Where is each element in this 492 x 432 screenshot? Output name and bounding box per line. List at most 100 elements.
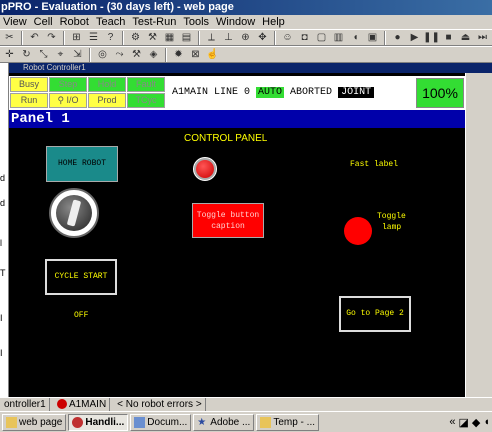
system-tray: « ◪ ◆ ◖ xyxy=(449,416,492,429)
pin-icon[interactable]: ⊥ xyxy=(221,31,236,45)
taskbar: web page Handli... Docum... ★ Adobe ... T… xyxy=(0,411,492,432)
program-status-icon xyxy=(56,399,67,410)
toolbar-separator xyxy=(165,47,167,62)
measure-icon[interactable]: ⟂ xyxy=(204,31,219,45)
wrench-icon[interactable]: ⚒ xyxy=(145,31,160,45)
play-icon[interactable]: ▶ xyxy=(407,31,422,45)
frame-icon[interactable]: ▦ xyxy=(162,31,177,45)
target-icon[interactable]: ◎ xyxy=(95,48,110,62)
run-state: ABORTED xyxy=(290,87,333,98)
menu-robot[interactable]: Robot xyxy=(57,15,93,29)
end-icon[interactable]: ⏭ xyxy=(475,31,490,45)
snap-icon[interactable]: ⌖ xyxy=(53,48,68,62)
pause-icon[interactable]: ❚❚ xyxy=(423,31,440,45)
tray-network-icon[interactable]: ◪ xyxy=(458,416,468,429)
hand-icon[interactable]: ☝ xyxy=(205,48,220,62)
task-label: Docum... xyxy=(147,416,188,428)
folder-icon xyxy=(6,416,17,428)
menu-teach[interactable]: Teach xyxy=(93,15,129,29)
pan-icon[interactable]: ✥ xyxy=(255,31,270,45)
tool-icon[interactable]: ⚒ xyxy=(129,48,144,62)
app-title-bar: pPRO - Evaluation - (30 days left) - web… xyxy=(0,0,492,15)
goto-page2-button[interactable]: Go to Page 2 xyxy=(339,296,411,332)
menu-window[interactable]: Window xyxy=(213,15,259,29)
tray-expand-icon[interactable]: « xyxy=(449,416,455,429)
align-icon[interactable]: ⇲ xyxy=(70,48,85,62)
collision-icon[interactable]: ✹ xyxy=(171,48,186,62)
speaker-icon[interactable]: ◖ xyxy=(348,31,363,45)
left-panel-edge: d d l T I I xyxy=(0,63,9,397)
status-program-name: A1MAIN xyxy=(68,399,107,410)
panel-header: Panel 1 xyxy=(9,110,465,128)
person-icon[interactable]: ☺ xyxy=(280,31,295,45)
status-message: < No robot errors > xyxy=(114,398,206,411)
frame-red-icon[interactable]: ⊠ xyxy=(188,48,203,62)
toggle-button[interactable]: Toggle button caption xyxy=(192,203,264,238)
gutter-char: d xyxy=(0,198,6,208)
eject-icon[interactable]: ⏏ xyxy=(458,31,473,45)
star-icon: ★ xyxy=(197,416,207,428)
toolbar-separator xyxy=(274,30,276,45)
toggle-lamp-label-1: Toggle xyxy=(377,212,406,221)
task-label: web page xyxy=(19,416,63,428)
chart-icon[interactable]: ▣ xyxy=(365,31,380,45)
task-web-page[interactable]: web page xyxy=(2,413,67,431)
stop-icon[interactable]: ■ xyxy=(441,31,456,45)
toggle-button-line1: Toggle button xyxy=(196,211,260,220)
redo-icon[interactable]: ↷ xyxy=(44,31,59,45)
part-icon[interactable]: ◈ xyxy=(146,48,161,62)
zoom-icon[interactable]: ⊕ xyxy=(238,31,253,45)
robot-arm-icon[interactable]: ⚙ xyxy=(128,31,143,45)
cycle-start-button[interactable]: CYCLE START xyxy=(45,259,117,295)
help-icon[interactable]: ? xyxy=(103,31,118,45)
scale-icon[interactable]: ⤡ xyxy=(36,48,51,62)
main-toolbar: ✂ ↶ ↷ ⊞ ☰ ? ⚙ ⚒ ▦ ▤ ⟂ ⊥ ⊕ ✥ ☺ ◘ ▢ ▥ ◖ ▣ … xyxy=(0,29,492,46)
tray-volume-icon[interactable]: ◖ xyxy=(483,416,490,429)
move-icon[interactable]: ✛ xyxy=(2,48,17,62)
record-icon[interactable]: ● xyxy=(390,31,405,45)
list-icon[interactable]: ☰ xyxy=(86,31,101,45)
key-switch-icon[interactable] xyxy=(49,188,99,238)
teach-pendant-panel: Busy Step Hold Fault Run ⚲ I/O Prod TCyc… xyxy=(9,73,465,397)
secondary-toolbar: ✛ ↻ ⤡ ⌖ ⇲ ◎ ⤳ ⚒ ◈ ✹ ⊠ ☝ xyxy=(0,46,492,63)
status-bar: ontroller1 A1MAIN < No robot errors > xyxy=(0,397,492,411)
box-icon[interactable]: ▢ xyxy=(314,31,329,45)
menu-help[interactable]: Help xyxy=(259,15,289,29)
menu-cell[interactable]: Cell xyxy=(31,15,57,29)
gutter-char: T xyxy=(0,268,6,278)
workspace: d d l T I I Robot Controller1 Busy Step … xyxy=(0,63,492,397)
toggle-lamp[interactable] xyxy=(344,217,372,245)
task-documents[interactable]: Docum... xyxy=(130,413,192,431)
camera-icon[interactable]: ◘ xyxy=(297,31,312,45)
led-prod: Prod xyxy=(88,93,126,108)
path-icon[interactable]: ⤳ xyxy=(112,48,127,62)
off-label: OFF xyxy=(74,311,89,320)
grid-icon[interactable]: ▤ xyxy=(179,31,194,45)
key-switch-bar xyxy=(66,199,82,227)
status-row: Busy Step Hold Fault Run ⚲ I/O Prod TCyc… xyxy=(9,76,465,110)
toolbar-separator xyxy=(21,30,23,45)
tree-icon[interactable]: ⊞ xyxy=(69,31,84,45)
status-program: A1MAIN xyxy=(54,398,111,411)
program-status-line: A1MAIN LINE 0 AUTO ABORTED JOINT xyxy=(172,87,375,98)
child-window-title: Robot Controller1 xyxy=(9,63,492,73)
cylinder-icon[interactable]: ▥ xyxy=(331,31,346,45)
task-adobe[interactable]: ★ Adobe ... xyxy=(193,413,255,431)
led-hold: Hold xyxy=(88,77,126,92)
task-handling[interactable]: Handli... xyxy=(68,413,129,431)
undo-icon[interactable]: ↶ xyxy=(27,31,42,45)
menu-test-run[interactable]: Test-Run xyxy=(129,15,180,29)
menu-view[interactable]: View xyxy=(0,15,31,29)
menu-tools[interactable]: Tools xyxy=(180,15,213,29)
task-temp[interactable]: Temp - ... xyxy=(256,413,320,431)
led-step: Step xyxy=(49,77,87,92)
led-tcyc: TCyc xyxy=(127,93,165,108)
home-robot-button[interactable]: HOME ROBOT xyxy=(46,146,118,182)
rotate-icon[interactable]: ↻ xyxy=(19,48,34,62)
tray-shield-icon[interactable]: ◆ xyxy=(472,416,480,429)
led-fault: Fault xyxy=(127,77,165,92)
cut-icon[interactable]: ✂ xyxy=(2,31,17,45)
led-run: Run xyxy=(10,93,48,108)
folder-icon xyxy=(260,416,272,428)
toolbar-separator xyxy=(384,30,386,45)
